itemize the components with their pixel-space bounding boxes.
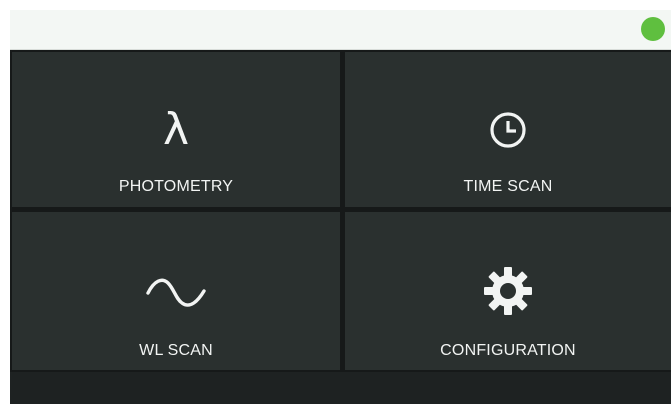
photometry-button[interactable]: λ PHOTOMETRY — [12, 52, 340, 207]
instrument-screen: λ PHOTOMETRY TIME SCAN WL SCAN CONFIGURA… — [10, 10, 671, 404]
wl-scan-button[interactable]: WL SCAN — [12, 212, 340, 370]
configuration-label: CONFIGURATION — [440, 342, 576, 359]
lambda-glyph: λ — [162, 104, 190, 155]
configuration-button[interactable]: CONFIGURATION — [345, 212, 671, 370]
clock-icon — [345, 108, 671, 152]
bottom-bar — [10, 372, 671, 404]
top-status-bar — [10, 10, 671, 50]
time-scan-label: TIME SCAN — [463, 178, 553, 195]
photometry-label: PHOTOMETRY — [118, 178, 234, 195]
sine-wave-icon — [12, 269, 340, 313]
main-menu-grid: λ PHOTOMETRY TIME SCAN WL SCAN CONFIGURA… — [10, 50, 671, 372]
gear-icon — [345, 267, 671, 315]
time-scan-button[interactable]: TIME SCAN — [345, 52, 671, 207]
status-indicator-icon — [641, 17, 665, 41]
wl-scan-label: WL SCAN — [139, 342, 213, 359]
lambda-icon: λ — [12, 108, 340, 152]
